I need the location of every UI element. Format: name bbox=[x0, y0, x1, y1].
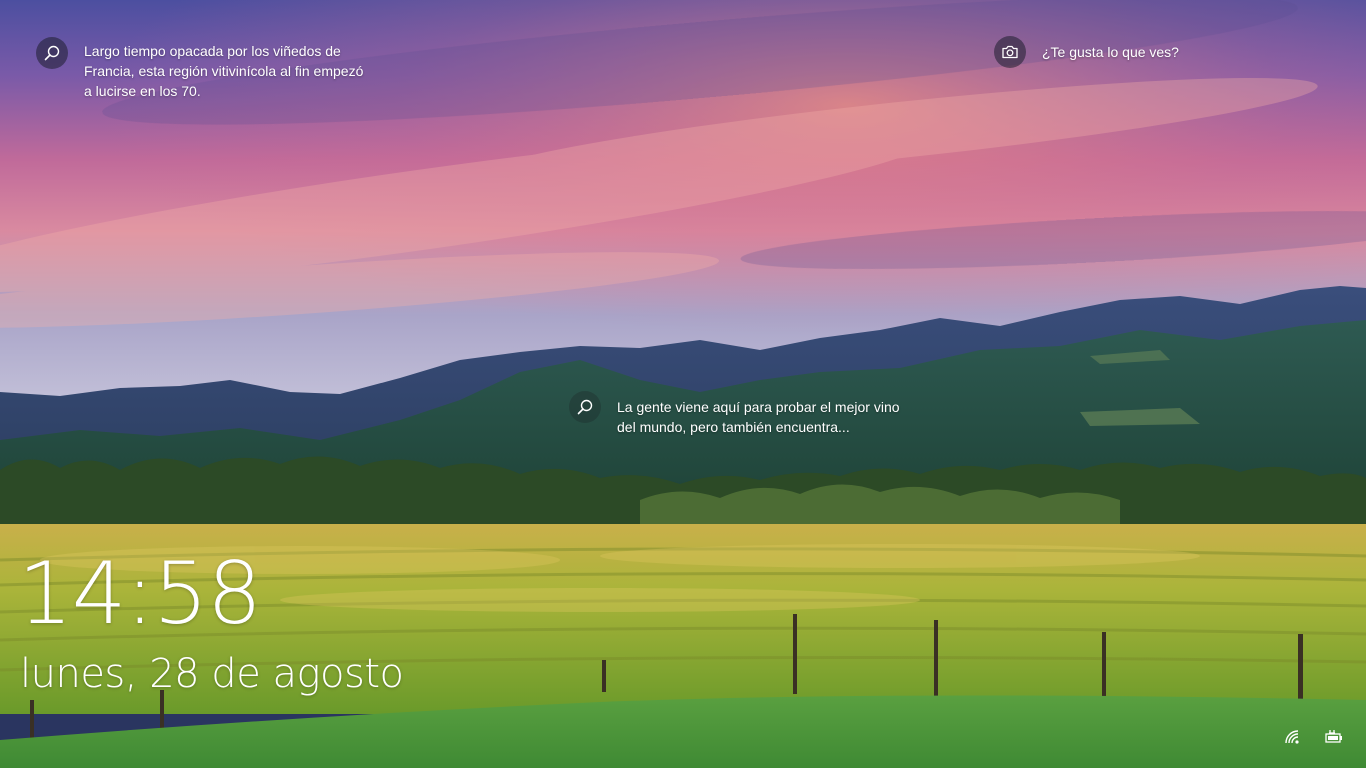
lock-screen-date: lunes, 28 de agosto bbox=[20, 651, 404, 697]
camera-icon bbox=[994, 36, 1026, 68]
search-icon bbox=[36, 37, 68, 69]
wifi-icon[interactable] bbox=[1283, 728, 1301, 746]
feedback-prompt[interactable]: ¿Te gusta lo que ves? bbox=[994, 36, 1179, 68]
battery-icon[interactable] bbox=[1324, 728, 1342, 746]
lock-screen-time: 14:58 bbox=[18, 544, 262, 644]
feedback-prompt-text: ¿Te gusta lo que ves? bbox=[1042, 44, 1179, 60]
search-icon bbox=[569, 391, 601, 423]
spotlight-fact-center-text: La gente viene aquí para probar el mejor… bbox=[617, 399, 900, 435]
spotlight-fact-left[interactable]: Largo tiempo opacada por los viñedos de … bbox=[36, 37, 374, 101]
spotlight-fact-center[interactable]: La gente viene aquí para probar el mejor… bbox=[569, 391, 907, 437]
lock-screen[interactable]: Largo tiempo opacada por los viñedos de … bbox=[0, 0, 1366, 768]
spotlight-fact-left-text: Largo tiempo opacada por los viñedos de … bbox=[84, 43, 364, 99]
